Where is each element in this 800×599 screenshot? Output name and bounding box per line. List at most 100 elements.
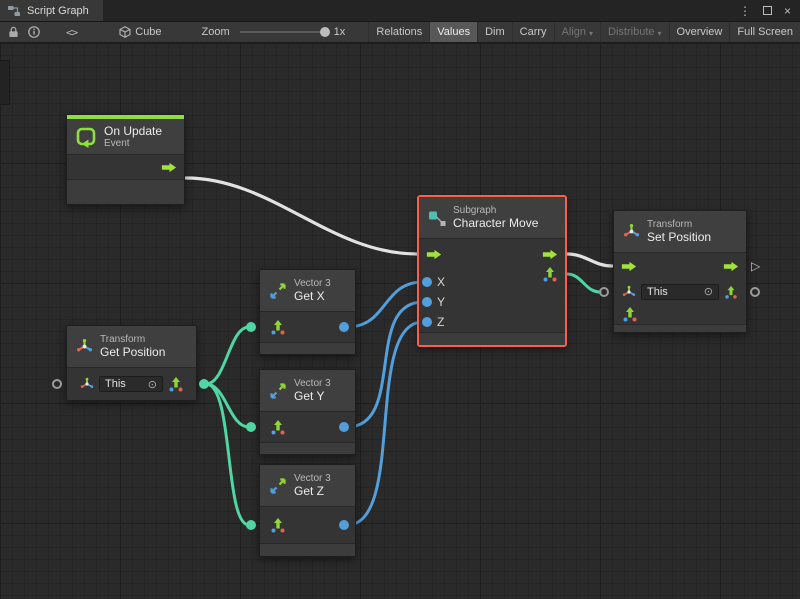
align-dropdown[interactable]: Align▾ [554, 22, 600, 42]
character-move-y-port[interactable] [422, 297, 432, 307]
dim-button[interactable]: Dim [477, 22, 512, 42]
node-category: Vector 3 [294, 278, 331, 289]
edge-flow-onupdate-to-charactermove[interactable] [186, 178, 417, 254]
object-picker-icon[interactable]: ⊙ [704, 285, 713, 298]
character-move-x-port[interactable] [422, 277, 432, 287]
chevron-down-icon: ▾ [658, 29, 662, 38]
overview-button[interactable]: Overview [669, 22, 730, 42]
input-label-y: Y [437, 295, 445, 309]
tab-script-graph[interactable]: Script Graph [0, 0, 103, 21]
carry-button[interactable]: Carry [512, 22, 554, 42]
edge-getposition-to-gety[interactable] [206, 384, 249, 427]
edge-flow-charactermove-to-setposition[interactable] [567, 254, 612, 266]
node-header[interactable]: Vector 3 Get Y [260, 370, 355, 412]
node-title: On Update [104, 124, 162, 138]
node-get-y[interactable]: Vector 3 Get Y [259, 369, 356, 455]
lock-icon[interactable] [8, 26, 19, 38]
node-header[interactable]: Subgraph Character Move [419, 197, 565, 239]
vector3-output-icon[interactable] [542, 266, 558, 282]
close-icon[interactable]: × [784, 4, 791, 18]
set-position-value-output-port[interactable] [750, 287, 760, 297]
edit-code-icon[interactable]: <> [66, 26, 77, 39]
node-footer [614, 324, 746, 332]
flow-output-port[interactable] [723, 261, 739, 272]
edge-getposition-to-getx[interactable] [206, 327, 249, 384]
maximize-icon[interactable] [763, 6, 772, 15]
input-row-z: Z [419, 312, 565, 332]
menu-kebab-icon[interactable]: ⋮ [739, 4, 751, 18]
object-picker-icon[interactable]: ⊙ [148, 378, 157, 391]
node-get-position[interactable]: Transform Get Position This ⊙ [66, 325, 197, 401]
node-category: Transform [100, 334, 165, 345]
node-header[interactable]: Transform Get Position [67, 326, 196, 368]
input-label-x: X [437, 275, 445, 289]
chevron-down-icon: ▾ [589, 29, 593, 38]
node-subtitle: Event [104, 138, 162, 149]
transform-type-icon [622, 285, 636, 299]
node-title: Get X [294, 289, 331, 303]
edge-charactermove-to-setposition-value[interactable] [567, 274, 600, 292]
target-object-value: This [105, 378, 126, 390]
node-get-z[interactable]: Vector 3 Get Z [259, 464, 356, 557]
node-footer [260, 543, 355, 556]
input-label-z: Z [437, 315, 444, 329]
node-category: Vector 3 [294, 378, 331, 389]
vector3-type-icon [270, 517, 286, 533]
flow-output-port[interactable] [161, 162, 177, 173]
graph-target[interactable]: Cube [119, 26, 161, 38]
node-character-move[interactable]: Subgraph Character Move X Y Z [418, 196, 566, 346]
info-icon[interactable] [28, 26, 40, 38]
vector3-type-icon [168, 376, 184, 392]
graph-canvas[interactable]: On Update Event Transform Get Position T… [0, 43, 800, 599]
node-footer [260, 342, 355, 354]
node-on-update[interactable]: On Update Event [66, 114, 185, 205]
fullscreen-button[interactable]: Full Screen [729, 22, 800, 42]
zoom-slider[interactable] [240, 31, 328, 33]
flow-input-port[interactable] [426, 249, 442, 260]
transform-icon [76, 338, 93, 355]
character-move-z-port[interactable] [422, 317, 432, 327]
window-controls: ⋮ × [739, 0, 800, 21]
relations-button[interactable]: Relations [368, 22, 429, 42]
vector3-value-icon [622, 306, 638, 322]
transform-type-icon [80, 377, 94, 391]
target-object-field[interactable]: This ⊙ [641, 284, 719, 300]
distribute-dropdown[interactable]: Distribute▾ [600, 22, 668, 42]
target-object-field[interactable]: This ⊙ [99, 376, 163, 392]
flow-input-port[interactable] [621, 261, 637, 272]
vector3-icon [269, 382, 287, 400]
node-header[interactable]: Transform Set Position [614, 211, 746, 253]
zoom-slider-thumb[interactable] [320, 27, 330, 37]
get-x-output-port[interactable] [339, 322, 349, 332]
node-category: Transform [647, 219, 711, 230]
subgraph-icon [428, 209, 446, 227]
flow-output-port[interactable] [542, 249, 558, 260]
set-position-self-port[interactable] [599, 287, 609, 297]
zoom-value: 1x [334, 26, 346, 38]
node-title: Get Position [100, 345, 165, 359]
on-update-icon [75, 126, 97, 148]
node-header[interactable]: Vector 3 Get Z [260, 465, 355, 507]
vector3-type-icon [270, 419, 286, 435]
node-footer [260, 442, 355, 454]
set-position-flow-out-triangle[interactable]: ▷ [751, 260, 760, 272]
get-position-output-port[interactable] [199, 379, 209, 389]
get-z-input-port[interactable] [246, 520, 256, 530]
graph-toolbar: <> Cube Zoom 1x Relations Values Dim Car… [0, 22, 800, 43]
node-set-position[interactable]: Transform Set Position This ⊙ [613, 210, 747, 333]
get-z-output-port[interactable] [339, 520, 349, 530]
titlebar: Script Graph ⋮ × [0, 0, 800, 22]
zoom-label: Zoom [202, 26, 230, 38]
vector3-type-icon [724, 285, 738, 299]
get-position-self-port[interactable] [52, 379, 62, 389]
get-y-output-port[interactable] [339, 422, 349, 432]
get-y-input-port[interactable] [246, 422, 256, 432]
node-title: Character Move [453, 216, 538, 230]
values-button[interactable]: Values [429, 22, 477, 42]
node-header[interactable]: Vector 3 Get X [260, 270, 355, 312]
toolbar-buttons: Relations Values Dim Carry Align▾ Distri… [368, 22, 800, 42]
node-title: Get Y [294, 389, 331, 403]
node-get-x[interactable]: Vector 3 Get X [259, 269, 356, 355]
node-header[interactable]: On Update Event [67, 119, 184, 155]
get-x-input-port[interactable] [246, 322, 256, 332]
